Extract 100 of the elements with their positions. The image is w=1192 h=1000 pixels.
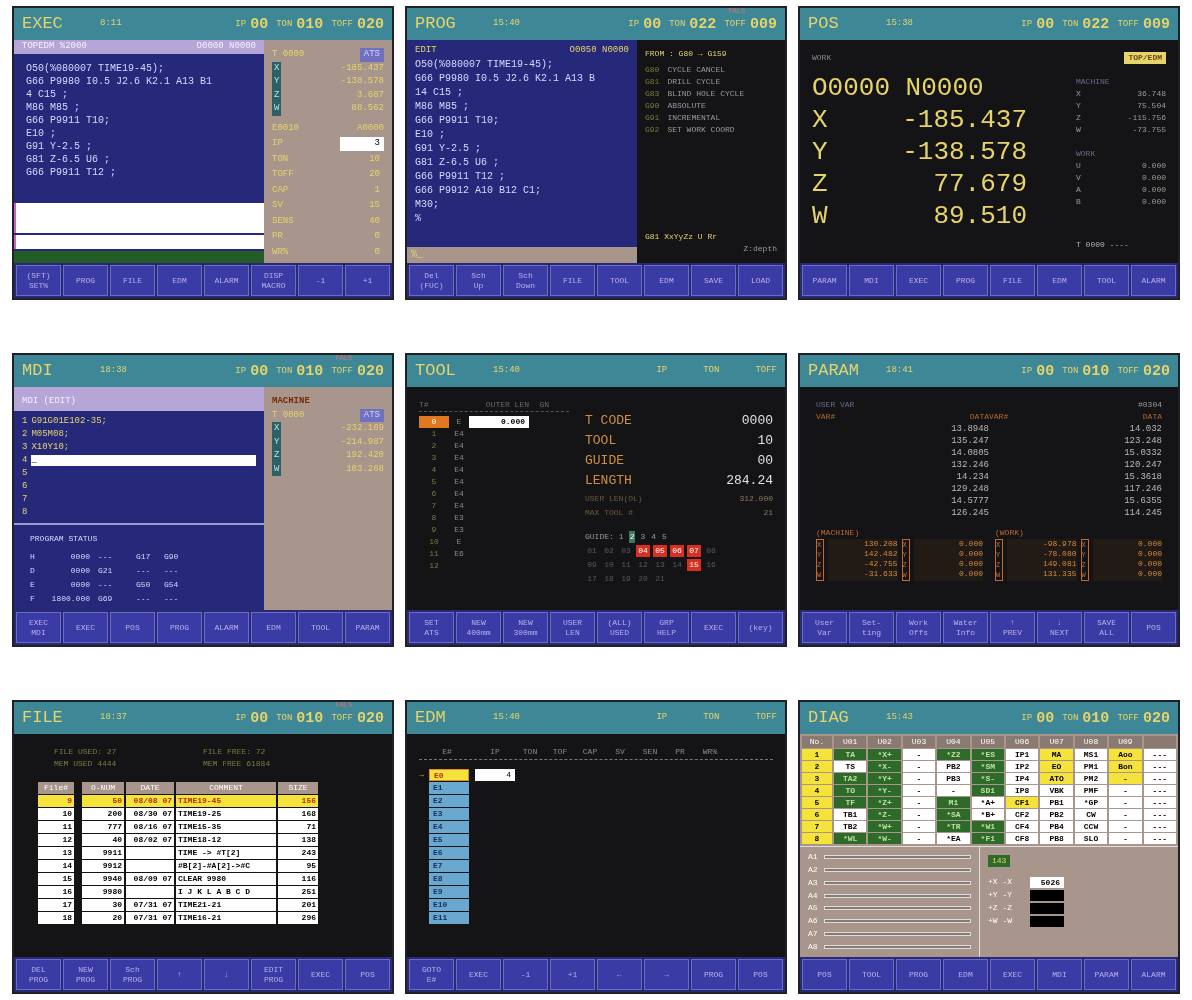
softkey-button[interactable]: EXEC	[298, 959, 343, 990]
softkey-button[interactable]: -1	[298, 265, 343, 296]
softkey-button[interactable]: DISP MACRO	[251, 265, 296, 296]
softkey-button[interactable]: ALARM	[204, 612, 249, 643]
softkey-button[interactable]: USER LEN	[550, 612, 595, 643]
softkey-button[interactable]: TOOL	[597, 265, 642, 296]
softkey-button[interactable]: EDM	[157, 265, 202, 296]
condition-number[interactable]: E10	[429, 898, 469, 911]
softkey-button[interactable]: POS	[738, 959, 783, 990]
softkey-button[interactable]: Water Info	[943, 612, 988, 643]
softkey-button[interactable]: POS	[1131, 612, 1176, 643]
tool-number[interactable]: 7	[419, 500, 449, 512]
softkey-button[interactable]: DEL PROG	[16, 959, 61, 990]
softkey-button[interactable]: Sch Up	[456, 265, 501, 296]
condition-number[interactable]: E0	[429, 768, 469, 781]
length-field[interactable]: 0.000	[469, 416, 529, 428]
condition-number[interactable]: E9	[429, 885, 469, 898]
input-field[interactable]: _	[31, 455, 256, 466]
condition-number[interactable]: E2	[429, 794, 469, 807]
softkey-button[interactable]: (ALL) USED	[597, 612, 642, 643]
softkey-button[interactable]: PARAM	[1084, 959, 1129, 990]
condition-number[interactable]: E1	[429, 781, 469, 794]
file-row[interactable]: 13 9911 TIME -> #T[2] 243	[38, 847, 368, 859]
condition-number[interactable]: E6	[429, 846, 469, 859]
softkey-button[interactable]: EDM	[1037, 265, 1082, 296]
softkey-button[interactable]: +1	[550, 959, 595, 990]
value-field[interactable]: 4	[475, 768, 515, 781]
softkey-button[interactable]: EXEC	[63, 612, 108, 643]
softkey-button[interactable]: FILE	[110, 265, 155, 296]
softkey-button[interactable]: Sch PROG	[110, 959, 155, 990]
file-row[interactable]: 15 9940 08/09 07 CLEAR 9980 116	[38, 873, 368, 885]
softkey-button[interactable]: →	[644, 959, 689, 990]
tool-number[interactable]: 8	[419, 512, 449, 524]
softkey-button[interactable]: EXEC	[990, 959, 1035, 990]
softkey-button[interactable]: MDI	[849, 265, 894, 296]
softkey-button[interactable]: EDIT PROG	[251, 959, 296, 990]
softkey-button[interactable]: EXEC	[896, 265, 941, 296]
guide-number[interactable]: 4	[650, 531, 658, 543]
file-row[interactable]: 17 30 07/31 07 TIME21-21 201	[38, 899, 368, 911]
guide-number[interactable]: 1	[617, 531, 625, 543]
tool-number[interactable]: 2	[419, 440, 449, 452]
tool-number[interactable]: 3	[419, 452, 449, 464]
file-row[interactable]: 12 40 08/02 07 TIME18-12 138	[38, 834, 368, 846]
softkey-button[interactable]: ↓ NEXT	[1037, 612, 1082, 643]
softkey-button[interactable]: ↓	[204, 959, 249, 990]
softkey-button[interactable]: POS	[802, 959, 847, 990]
condition-number[interactable]: E11	[429, 911, 469, 924]
softkey-button[interactable]: PROG	[691, 959, 736, 990]
softkey-button[interactable]: PROG	[896, 959, 941, 990]
softkey-button[interactable]: ←	[597, 959, 642, 990]
softkey-button[interactable]: SAVE ALL	[1084, 612, 1129, 643]
softkey-button[interactable]: ALARM	[1131, 959, 1176, 990]
softkey-button[interactable]: NEW 300mm	[503, 612, 548, 643]
softkey-button[interactable]: (SFT) SET%	[16, 265, 61, 296]
softkey-button[interactable]: PARAM	[345, 612, 390, 643]
softkey-button[interactable]: SAVE	[691, 265, 736, 296]
file-row[interactable]: 14 9912 #B[2]-#A[2]->#C 95	[38, 860, 368, 872]
softkey-button[interactable]: EDM	[251, 612, 296, 643]
softkey-button[interactable]: Sch Down	[503, 265, 548, 296]
softkey-button[interactable]: PROG	[157, 612, 202, 643]
softkey-button[interactable]: +1	[345, 265, 390, 296]
tool-number[interactable]: 11	[419, 548, 449, 560]
guide-number[interactable]: 5	[661, 531, 668, 543]
softkey-button[interactable]: NEW PROG	[63, 959, 108, 990]
file-row[interactable]: 11 777 08/16 07 TIME15-35 71	[38, 821, 368, 833]
softkey-button[interactable]: EXEC MDI	[16, 612, 61, 643]
softkey-button[interactable]: LOAD	[738, 265, 783, 296]
softkey-button[interactable]: POS	[345, 959, 390, 990]
softkey-button[interactable]: EXEC	[456, 959, 501, 990]
softkey-button[interactable]: GRP HELP	[644, 612, 689, 643]
softkey-button[interactable]: Set- ting	[849, 612, 894, 643]
tool-number[interactable]: 12	[419, 560, 449, 572]
condition-number[interactable]: E8	[429, 872, 469, 885]
tool-number[interactable]: 5	[419, 476, 449, 488]
softkey-button[interactable]: NEW 400mm	[456, 612, 501, 643]
tool-number[interactable]: 9	[419, 524, 449, 536]
softkey-button[interactable]: EDM	[943, 959, 988, 990]
guide-number[interactable]: 3	[639, 531, 647, 543]
softkey-button[interactable]: EXEC	[691, 612, 736, 643]
softkey-button[interactable]: TOOL	[849, 959, 894, 990]
softkey-button[interactable]: FILE	[550, 265, 595, 296]
softkey-button[interactable]: ↑	[157, 959, 202, 990]
file-row[interactable]: 18 20 07/31 07 TIME16-21 296	[38, 912, 368, 924]
tool-number[interactable]: 4	[419, 464, 449, 476]
tool-number[interactable]: 10	[419, 536, 449, 548]
softkey-button[interactable]: ALARM	[1131, 265, 1176, 296]
softkey-button[interactable]: FILE	[990, 265, 1035, 296]
condition-number[interactable]: E4	[429, 820, 469, 833]
softkey-button[interactable]: MDI	[1037, 959, 1082, 990]
softkey-button[interactable]: TOOL	[298, 612, 343, 643]
softkey-button[interactable]: TOOL	[1084, 265, 1129, 296]
softkey-button[interactable]: PARAM	[802, 265, 847, 296]
softkey-button[interactable]: ↑ PREV	[990, 612, 1035, 643]
file-row[interactable]: 9 50 08/08 07 TIME19-45 156	[38, 795, 368, 807]
guide-number[interactable]: 2	[628, 531, 636, 543]
softkey-button[interactable]: Del (FUC)	[409, 265, 454, 296]
softkey-button[interactable]: User Var	[802, 612, 847, 643]
softkey-button[interactable]: GOTO E#	[409, 959, 454, 990]
softkey-button[interactable]: -1	[503, 959, 548, 990]
softkey-button[interactable]: PROG	[63, 265, 108, 296]
